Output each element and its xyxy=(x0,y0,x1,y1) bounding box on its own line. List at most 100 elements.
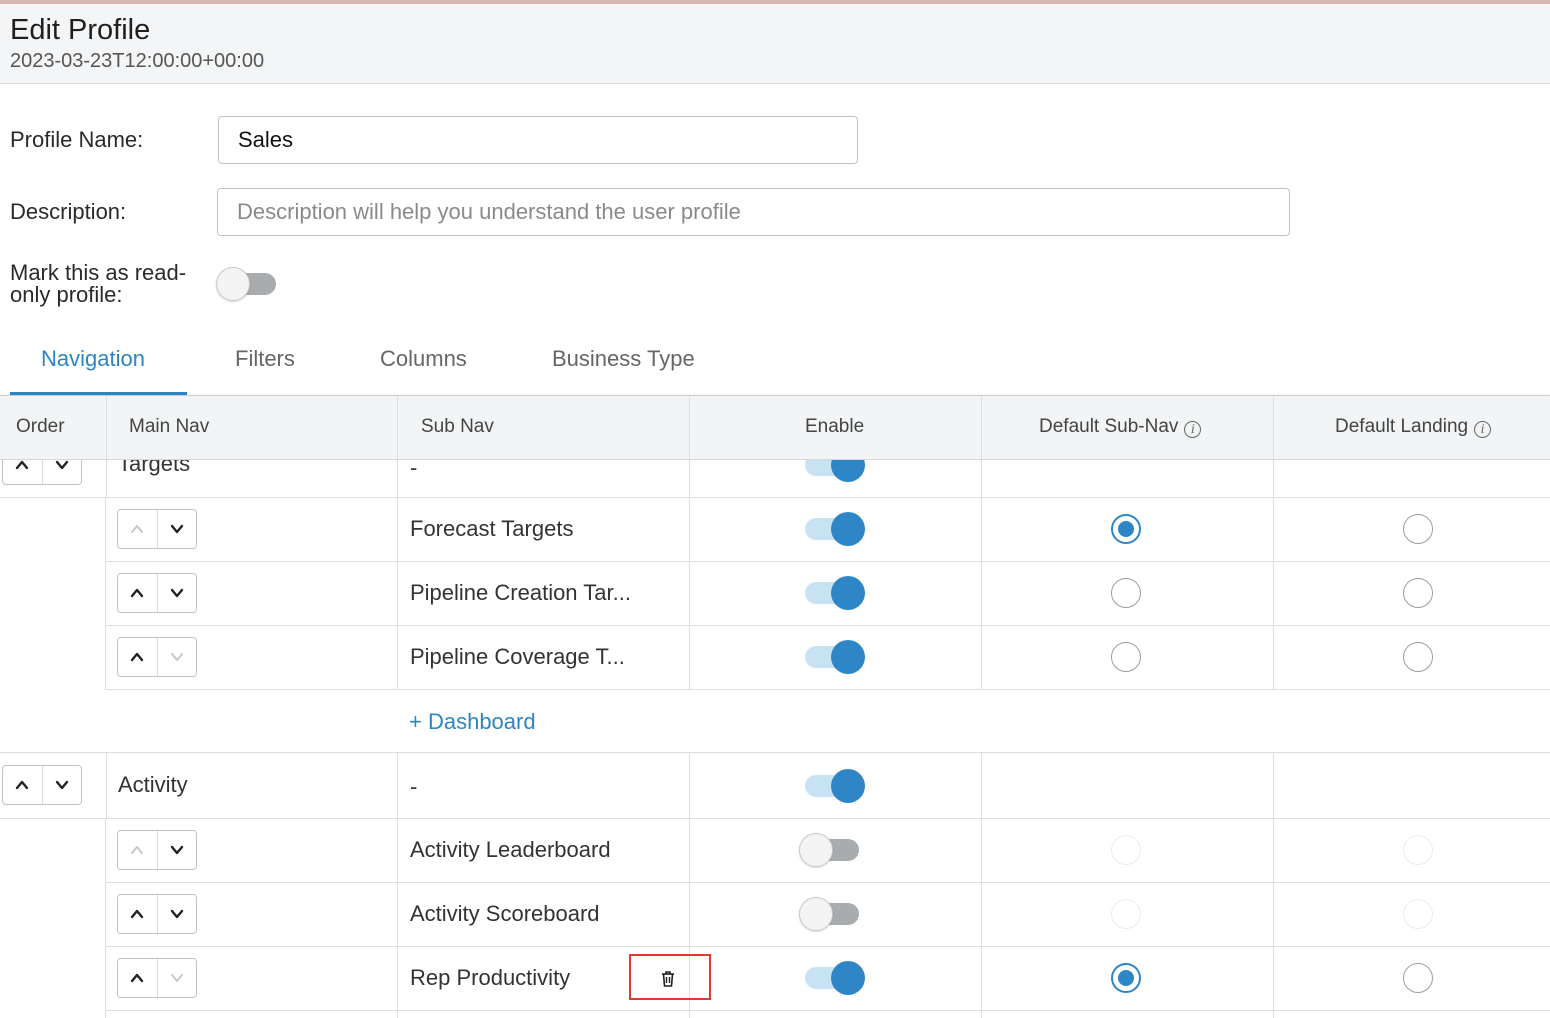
sub-nav-label: Pipeline Coverage T... xyxy=(410,644,625,669)
move-down-button[interactable] xyxy=(158,959,197,997)
move-up-button[interactable] xyxy=(118,831,157,869)
move-up-button[interactable] xyxy=(118,959,157,997)
chevron-down-icon xyxy=(171,974,183,982)
column-header-main-nav: Main Nav xyxy=(129,416,210,437)
divider xyxy=(105,818,106,1018)
readonly-label: Mark this as read- only profile: xyxy=(10,262,186,306)
chevron-down-icon xyxy=(171,653,183,661)
delete-dashboard-button[interactable] xyxy=(629,954,711,1000)
move-down-button[interactable] xyxy=(158,510,197,548)
readonly-toggle[interactable] xyxy=(216,267,276,301)
default-landing-radio[interactable] xyxy=(1403,899,1433,929)
sub-nav-order-control xyxy=(117,958,197,998)
row-divider xyxy=(105,689,1550,690)
default-landing-radio[interactable] xyxy=(1403,514,1433,544)
readonly-label-line1: Mark this as read- xyxy=(10,260,187,285)
move-up-button[interactable] xyxy=(118,510,157,548)
row-divider xyxy=(0,752,1550,753)
divider xyxy=(397,753,398,1018)
chevron-up-icon xyxy=(130,909,144,919)
main-nav-order-control xyxy=(2,765,82,805)
sub-nav-label: Activity Scoreboard xyxy=(410,901,600,926)
move-down-button[interactable] xyxy=(158,638,197,676)
sub-nav-order-control xyxy=(117,509,197,549)
sub-nav-label: Pipeline Creation Tar... xyxy=(410,580,631,605)
move-down-button[interactable] xyxy=(43,766,82,804)
chevron-down-icon xyxy=(55,460,69,470)
chevron-down-icon xyxy=(170,588,184,598)
enable-toggle[interactable] xyxy=(803,512,865,546)
enable-toggle[interactable] xyxy=(799,897,859,931)
tab-navigation[interactable]: Navigation xyxy=(41,346,145,372)
chevron-up-icon xyxy=(130,652,144,662)
divider xyxy=(105,498,106,690)
sub-nav-label: Rep Productivity xyxy=(410,965,571,990)
chevron-down-icon xyxy=(55,780,69,790)
default-sub-nav-radio[interactable] xyxy=(1111,899,1141,929)
description-input[interactable] xyxy=(217,188,1290,236)
move-down-button[interactable] xyxy=(158,574,197,612)
default-landing-radio[interactable] xyxy=(1403,578,1433,608)
enable-toggle[interactable] xyxy=(803,640,865,674)
description-label: Description: xyxy=(10,199,127,224)
move-up-button[interactable] xyxy=(118,638,157,676)
default-landing-radio[interactable] xyxy=(1403,642,1433,672)
table-header: Order Main Nav Sub Nav Enable Default Su… xyxy=(0,396,1550,460)
default-landing-radio[interactable] xyxy=(1403,835,1433,865)
row-divider xyxy=(0,497,1550,498)
chevron-up-icon xyxy=(15,460,29,470)
row-divider xyxy=(105,882,1550,883)
row-divider xyxy=(105,561,1550,562)
tab-business-type[interactable]: Business Type xyxy=(552,346,695,372)
sub-nav-order-control xyxy=(117,637,197,677)
tab-filters[interactable]: Filters xyxy=(235,346,295,372)
column-header-enable: Enable xyxy=(805,416,865,437)
row-divider xyxy=(105,946,1550,947)
column-header-default-landing: Default Landing i xyxy=(1335,416,1492,438)
enable-toggle[interactable] xyxy=(803,961,865,995)
page-header: Edit Profile 2023-03-23T12:00:00+00:00 xyxy=(0,4,1550,84)
move-up-button[interactable] xyxy=(118,895,157,933)
enable-toggle[interactable] xyxy=(803,576,865,610)
divider xyxy=(106,460,107,498)
default-sub-nav-radio[interactable] xyxy=(1111,963,1141,993)
sub-nav-label: Forecast Targets xyxy=(410,516,574,541)
sub-nav-order-control xyxy=(117,830,197,870)
enable-toggle[interactable] xyxy=(803,769,865,803)
add-dashboard-link[interactable]: + Dashboard xyxy=(409,709,536,735)
chevron-up-icon xyxy=(15,780,29,790)
row-divider xyxy=(0,818,1550,819)
divider xyxy=(106,753,107,818)
column-header-order: Order xyxy=(16,416,65,437)
profile-name-input[interactable] xyxy=(218,116,858,164)
column-header-label: Default Sub-Nav xyxy=(1039,416,1179,437)
readonly-label-line2: only profile: xyxy=(10,282,123,307)
default-landing-radio[interactable] xyxy=(1403,963,1433,993)
default-sub-nav-radio[interactable] xyxy=(1111,514,1141,544)
enable-toggle[interactable] xyxy=(799,833,859,867)
default-sub-nav-radio[interactable] xyxy=(1111,578,1141,608)
move-down-button[interactable] xyxy=(158,895,197,933)
row-divider xyxy=(105,1010,1550,1011)
divider xyxy=(1273,460,1274,690)
row-divider xyxy=(105,625,1550,626)
sub-nav-order-control xyxy=(117,573,197,613)
move-up-button[interactable] xyxy=(118,574,157,612)
default-sub-nav-radio[interactable] xyxy=(1111,835,1141,865)
info-circle-icon[interactable]: i xyxy=(1184,421,1202,438)
tab-columns[interactable]: Columns xyxy=(380,346,467,372)
divider xyxy=(689,460,690,690)
chevron-down-icon xyxy=(170,524,184,534)
trash-icon xyxy=(662,971,674,987)
info-circle-icon[interactable]: i xyxy=(1474,421,1492,438)
move-up-button[interactable] xyxy=(3,766,42,804)
sub-nav-label: Activity Leaderboard xyxy=(410,837,611,862)
divider xyxy=(981,753,982,1018)
chevron-up-icon xyxy=(131,525,143,533)
main-nav-label: Activity xyxy=(118,772,188,797)
chevron-up-icon xyxy=(130,588,144,598)
default-sub-nav-radio[interactable] xyxy=(1111,642,1141,672)
column-header-default-sub-nav: Default Sub-Nav i xyxy=(1039,416,1202,438)
chevron-up-icon xyxy=(130,973,144,983)
move-down-button[interactable] xyxy=(158,831,197,869)
